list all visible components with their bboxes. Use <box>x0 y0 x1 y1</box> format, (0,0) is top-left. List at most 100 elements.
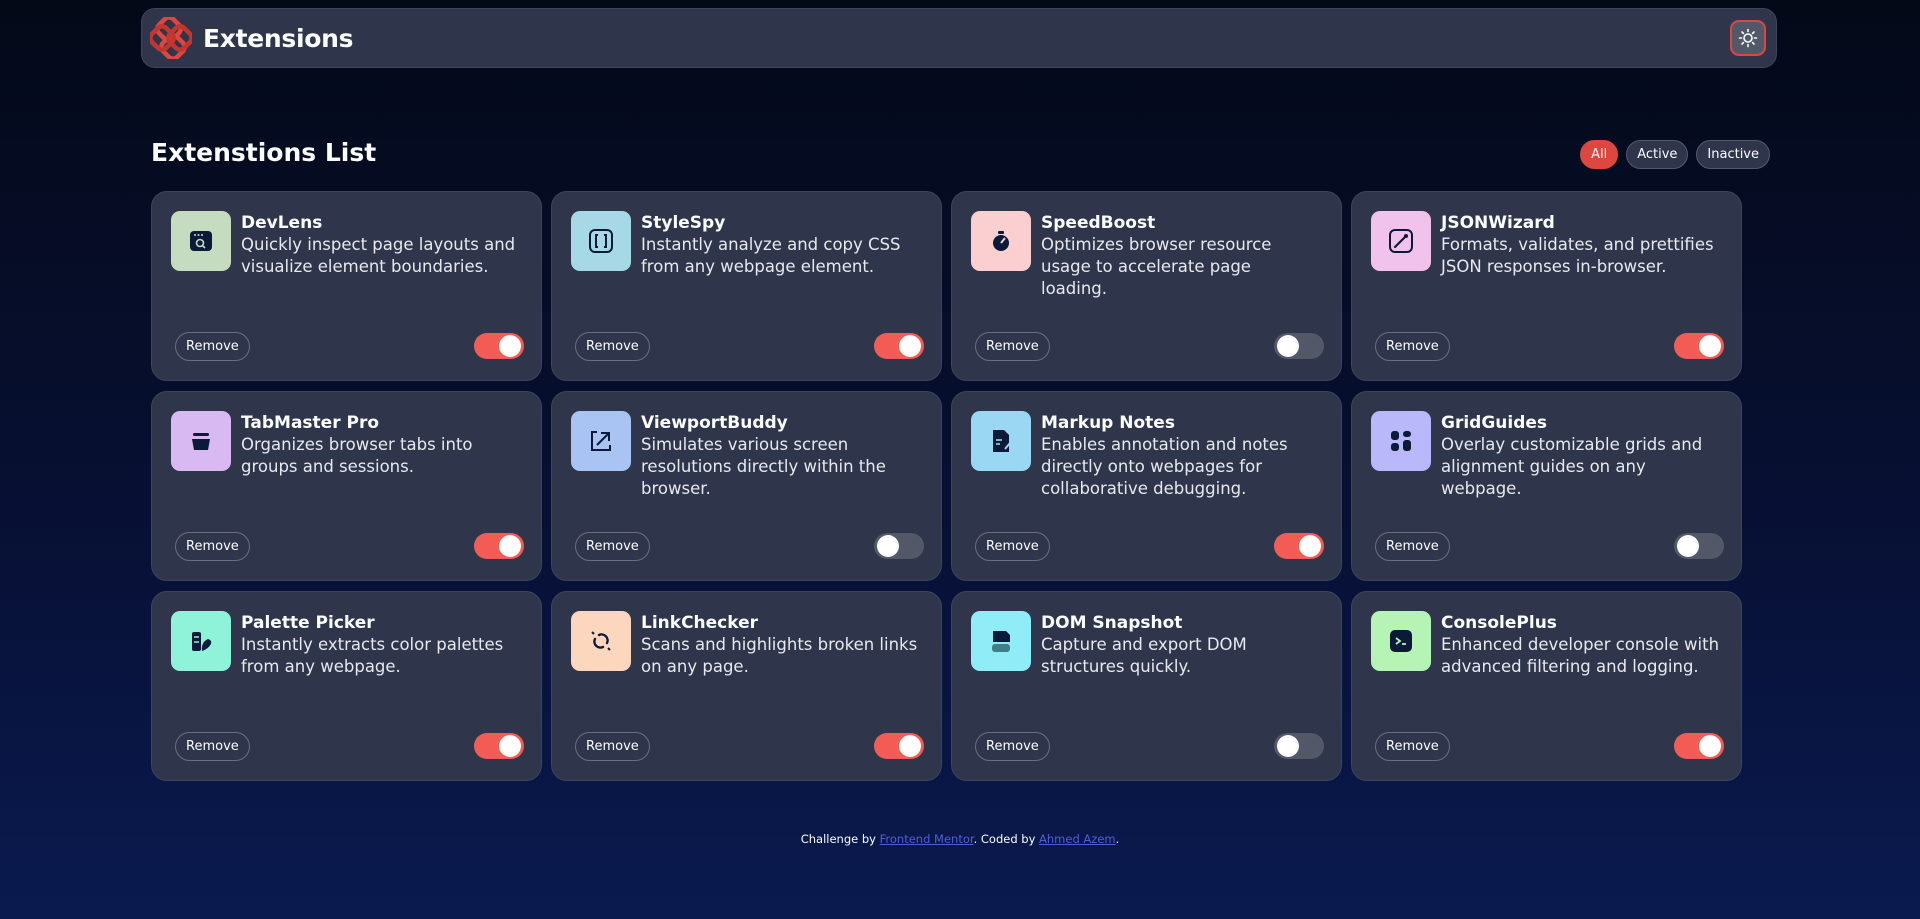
extension-description: Capture and export DOM structures quickl… <box>1041 635 1247 676</box>
author-link[interactable]: Ahmed Azem <box>1039 832 1116 846</box>
card-header: StyleSpy Instantly analyze and copy CSS f… <box>571 211 922 278</box>
extension-description: Formats, validates, and prettifies JSON … <box>1441 235 1714 276</box>
page-title: Extenstions List <box>151 138 377 167</box>
stopwatch-icon <box>971 211 1031 271</box>
card-text: Markup Notes Enables annotation and notes… <box>1041 411 1322 500</box>
toggle-knob <box>899 335 921 357</box>
extension-card: StyleSpy Instantly analyze and copy CSS f… <box>551 191 942 381</box>
remove-button[interactable]: Remove <box>175 732 250 761</box>
app-header: Extensions <box>141 8 1777 68</box>
card-text: TabMaster Pro Organizes browser tabs into… <box>241 411 522 478</box>
extension-description: Scans and highlights broken links on any… <box>641 635 918 676</box>
remove-button[interactable]: Remove <box>575 332 650 361</box>
extension-card: Palette Picker Instantly extracts color p… <box>151 591 542 781</box>
remove-button[interactable]: Remove <box>975 732 1050 761</box>
card-text: DevLens Quickly inspect page layouts and … <box>241 211 522 278</box>
remove-button[interactable]: Remove <box>975 332 1050 361</box>
extension-name: StyleSpy <box>641 213 726 233</box>
remove-button[interactable]: Remove <box>175 532 250 561</box>
card-text: SpeedBoost Optimizes browser resource usa… <box>1041 211 1322 300</box>
attribution-prefix: Challenge by <box>800 832 880 846</box>
extension-description: Simulates various screen resolutions dir… <box>641 435 886 498</box>
card-text: ViewportBuddy Simulates various screen re… <box>641 411 922 500</box>
sun-icon <box>1738 28 1758 48</box>
card-text: ConsolePlus Enhanced developer console wi… <box>1441 611 1722 678</box>
extension-name: JSONWizard <box>1441 213 1555 233</box>
extension-card: GridGuides Overlay customizable grids and… <box>1351 391 1742 581</box>
frontend-mentor-link[interactable]: Frontend Mentor <box>880 832 974 846</box>
extension-name: Palette Picker <box>241 613 375 633</box>
card-text: GridGuides Overlay customizable grids and… <box>1441 411 1722 500</box>
extension-toggle[interactable] <box>1674 533 1724 559</box>
toggle-knob <box>499 735 521 757</box>
extension-toggle[interactable] <box>874 533 924 559</box>
extension-name: Markup Notes <box>1041 413 1175 433</box>
filter-all-button[interactable]: All <box>1580 140 1619 169</box>
extension-description: Instantly analyze and copy CSS from any … <box>641 235 901 276</box>
magic-wand-icon <box>1371 211 1431 271</box>
remove-button[interactable]: Remove <box>1375 732 1450 761</box>
extension-description: Overlay customizable grids and alignment… <box>1441 435 1703 498</box>
extension-name: GridGuides <box>1441 413 1548 433</box>
remove-button[interactable]: Remove <box>175 332 250 361</box>
extensions-grid: DevLens Quickly inspect page layouts and … <box>151 191 1742 781</box>
card-text: Palette Picker Instantly extracts color p… <box>241 611 522 678</box>
remove-button[interactable]: Remove <box>575 732 650 761</box>
extension-card: LinkChecker Scans and highlights broken l… <box>551 591 942 781</box>
extension-toggle[interactable] <box>474 733 524 759</box>
extension-toggle[interactable] <box>1274 333 1324 359</box>
extension-name: TabMaster Pro <box>241 413 380 433</box>
filter-active-button[interactable]: Active <box>1626 140 1689 169</box>
extension-toggle[interactable] <box>1674 333 1724 359</box>
extension-name: DevLens <box>241 213 323 233</box>
extension-toggle[interactable] <box>874 333 924 359</box>
card-header: ViewportBuddy Simulates various screen re… <box>571 411 922 500</box>
toggle-knob <box>499 535 521 557</box>
extension-card: DevLens Quickly inspect page layouts and … <box>151 191 542 381</box>
extension-toggle[interactable] <box>1274 733 1324 759</box>
card-header: SpeedBoost Optimizes browser resource usa… <box>971 211 1322 300</box>
card-header: DOM Snapshot Capture and export DOM struc… <box>971 611 1322 678</box>
card-text: DOM Snapshot Capture and export DOM struc… <box>1041 611 1322 678</box>
attribution-suffix: . <box>1115 832 1120 846</box>
theme-toggle-button[interactable] <box>1730 20 1766 56</box>
card-text: StyleSpy Instantly analyze and copy CSS f… <box>641 211 922 278</box>
card-header: ConsolePlus Enhanced developer console wi… <box>1371 611 1722 678</box>
toggle-knob <box>877 535 899 557</box>
extension-description: Instantly extracts color palettes from a… <box>241 635 504 676</box>
filter-group: All Active Inactive <box>1580 140 1770 169</box>
filter-inactive-button[interactable]: Inactive <box>1696 140 1770 169</box>
grid-icon <box>1371 411 1431 471</box>
extension-toggle[interactable] <box>1274 533 1324 559</box>
extension-toggle[interactable] <box>474 333 524 359</box>
extensions-logo-icon <box>150 17 192 59</box>
card-header: DevLens Quickly inspect page layouts and … <box>171 211 522 278</box>
card-text: LinkChecker Scans and highlights broken l… <box>641 611 922 678</box>
extension-name: ViewportBuddy <box>641 413 788 433</box>
extension-toggle[interactable] <box>874 733 924 759</box>
extension-description: Quickly inspect page layouts and visuali… <box>241 235 516 276</box>
extension-toggle[interactable] <box>474 533 524 559</box>
snapshot-icon <box>971 611 1031 671</box>
extension-toggle[interactable] <box>1674 733 1724 759</box>
remove-button[interactable]: Remove <box>1375 332 1450 361</box>
card-header: GridGuides Overlay customizable grids and… <box>1371 411 1722 500</box>
remove-button[interactable]: Remove <box>1375 532 1450 561</box>
broken-link-icon <box>571 611 631 671</box>
browser-search-icon <box>171 211 231 271</box>
brackets-icon <box>571 211 631 271</box>
card-header: Markup Notes Enables annotation and notes… <box>971 411 1322 500</box>
extension-card: ViewportBuddy Simulates various screen re… <box>551 391 942 581</box>
remove-button[interactable]: Remove <box>975 532 1050 561</box>
remove-button[interactable]: Remove <box>575 532 650 561</box>
toggle-knob <box>899 735 921 757</box>
extension-card: SpeedBoost Optimizes browser resource usa… <box>951 191 1342 381</box>
card-text: JSONWizard Formats, validates, and pretti… <box>1441 211 1722 278</box>
attribution-middle: . Coded by <box>973 832 1040 846</box>
card-header: TabMaster Pro Organizes browser tabs into… <box>171 411 522 478</box>
stacked-tabs-icon <box>171 411 231 471</box>
card-header: Palette Picker Instantly extracts color p… <box>171 611 522 678</box>
toggle-knob <box>499 335 521 357</box>
toggle-knob <box>1699 735 1721 757</box>
extension-description: Enhanced developer console with advanced… <box>1441 635 1720 676</box>
